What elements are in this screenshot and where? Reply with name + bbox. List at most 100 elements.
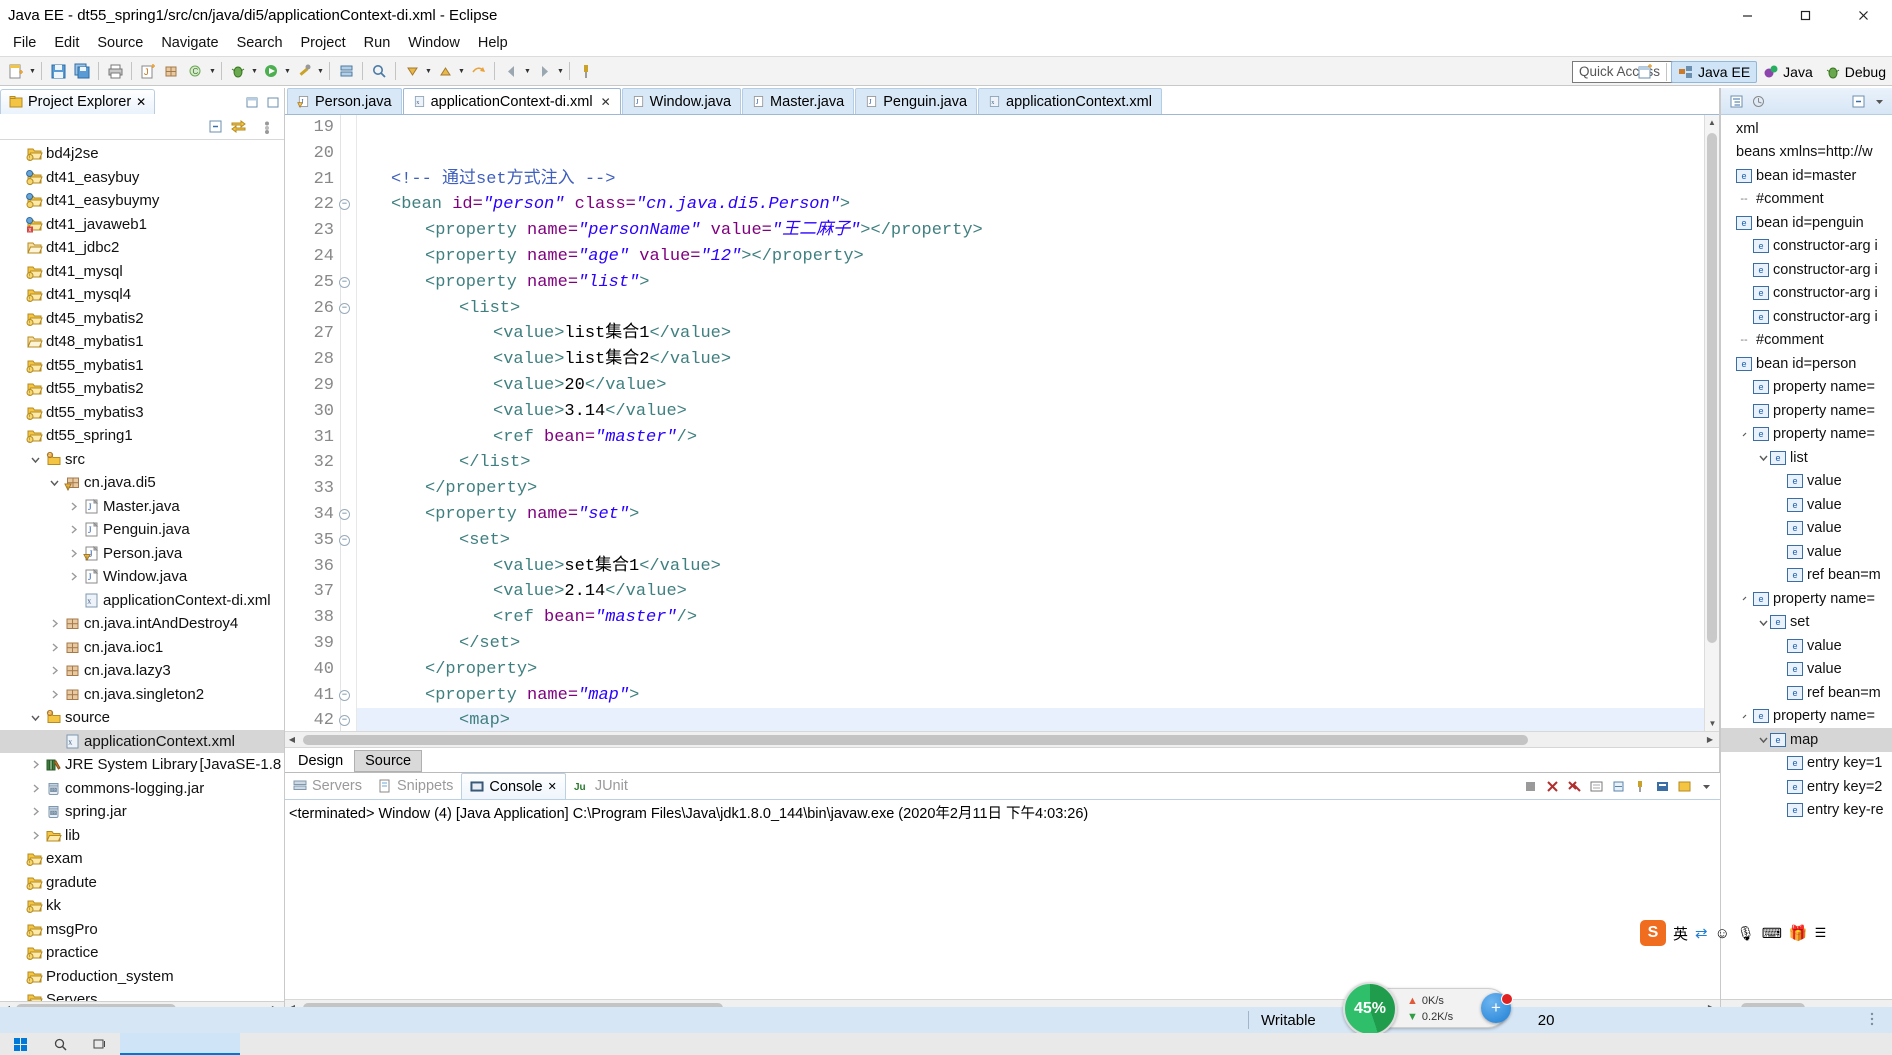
outline-icon[interactable]	[1727, 92, 1745, 110]
project-tree-item[interactable]: ! dt55_mybatis3	[0, 401, 284, 425]
menu-navigate[interactable]: Navigate	[152, 33, 227, 53]
project-tree-item[interactable]: ! msgPro	[0, 918, 284, 942]
code-line[interactable]: <bean id="person" class="cn.java.di5.Per…	[357, 192, 1719, 218]
search-icon[interactable]	[368, 60, 390, 82]
tree-twisty-icon[interactable]	[27, 806, 43, 817]
minimize-icon[interactable]	[243, 94, 261, 112]
debug-icon[interactable]	[227, 60, 249, 82]
tree-twisty-icon[interactable]	[27, 454, 43, 465]
code-line[interactable]: <value>20</value>	[357, 373, 1719, 399]
tree-twisty-icon[interactable]	[46, 689, 62, 700]
tree-twisty-icon[interactable]	[65, 548, 81, 559]
scroll-up-icon[interactable]: ▲	[1705, 115, 1719, 130]
code-line[interactable]: <set>	[357, 528, 1719, 554]
project-tree-item[interactable]: J Penguin.java	[0, 518, 284, 542]
ime-menu-icon[interactable]: ☰	[1815, 925, 1827, 941]
forward-dropdown-icon[interactable]: ▼	[556, 60, 565, 82]
external-tools-dropdown-icon[interactable]: ▼	[316, 60, 325, 82]
outline-collapse-all-icon[interactable]	[1849, 92, 1867, 110]
outline-item[interactable]: e value	[1721, 493, 1892, 517]
outline-item[interactable]: e constructor-arg i	[1721, 258, 1892, 282]
minimize-button[interactable]	[1718, 0, 1776, 30]
project-tree-item[interactable]: 010 commons-logging.jar	[0, 777, 284, 801]
maximize-button[interactable]	[1776, 0, 1834, 30]
perspective-java[interactable]: Java	[1757, 62, 1819, 82]
network-speed-widget[interactable]: 45% ▲ 0K/s ▼ 0.2K/s +	[1343, 982, 1513, 1036]
code-line[interactable]: <value>2.14</value>	[357, 579, 1719, 605]
tree-twisty-icon[interactable]	[46, 618, 62, 629]
editor-tab[interactable]: J Person.java	[287, 88, 402, 114]
project-tree-item[interactable]: x dt41_javaweb1	[0, 213, 284, 237]
menu-run[interactable]: Run	[355, 33, 400, 53]
open-console-icon[interactable]	[1675, 777, 1694, 796]
project-tree-item[interactable]: ! dt55_spring1	[0, 424, 284, 448]
forward-icon[interactable]	[533, 60, 555, 82]
outline-item[interactable]: e property name=	[1721, 423, 1892, 447]
save-icon[interactable]	[47, 60, 69, 82]
outline-item[interactable]: e ref bean=m	[1721, 681, 1892, 705]
vscroll-thumb[interactable]	[1707, 133, 1717, 643]
console-tab-console[interactable]: Console ✕	[461, 773, 566, 799]
code-line[interactable]: <value>set集合1</value>	[357, 554, 1719, 580]
ime-mic-icon[interactable]: 🎙	[1737, 925, 1755, 942]
fold-toggle-icon[interactable]: −	[339, 534, 350, 546]
editor-tab[interactable]: x applicationContext.xml	[978, 88, 1162, 114]
print-icon[interactable]	[104, 60, 126, 82]
code-line[interactable]: <!-- 通过set方式注入 -->	[357, 167, 1719, 193]
project-tree[interactable]: ! bd4j2se dt41_easybuy dt41_easybuymy x dt41_…	[0, 140, 284, 1001]
code-line[interactable]: <list>	[357, 296, 1719, 322]
perspective-debug[interactable]: Debug	[1819, 62, 1892, 82]
taskbar-search-icon[interactable]	[40, 1033, 80, 1055]
next-annotation-icon[interactable]	[401, 60, 423, 82]
remove-all-terminated-icon[interactable]	[1565, 777, 1584, 796]
back-icon[interactable]	[500, 60, 522, 82]
outline-item[interactable]: e ref bean=m	[1721, 564, 1892, 588]
new-class-icon[interactable]: C	[185, 60, 207, 82]
outline-item[interactable]: e set	[1721, 611, 1892, 635]
editor-hscroll-thumb[interactable]	[303, 734, 1528, 745]
code-line[interactable]: </list>	[357, 450, 1719, 476]
ime-keyboard-icon[interactable]: ⌨	[1762, 925, 1782, 942]
code-line[interactable]	[357, 115, 1719, 141]
project-tree-item[interactable]: x applicationContext.xml	[0, 729, 284, 753]
project-tree-item[interactable]: ! cn.java.di5	[0, 471, 284, 495]
tree-twisty-icon[interactable]	[27, 783, 43, 794]
new-wizard-icon[interactable]	[5, 60, 27, 82]
outline-item[interactable]: e property name=	[1721, 587, 1892, 611]
project-tree-item[interactable]: Jsource	[0, 706, 284, 730]
outline-item[interactable]: e map	[1721, 728, 1892, 752]
ime-tools-icon[interactable]: 🎁	[1789, 924, 1808, 942]
project-tree-item[interactable]: !Servers	[0, 988, 284, 1001]
new-wizard-dropdown-icon[interactable]: ▼	[28, 60, 37, 82]
previous-annotation-icon[interactable]	[434, 60, 456, 82]
run-icon[interactable]	[260, 60, 282, 82]
tree-twisty-icon[interactable]	[27, 712, 43, 723]
outline-item[interactable]: e constructor-arg i	[1721, 305, 1892, 329]
add-widget-button[interactable]: +	[1481, 993, 1513, 1023]
outline-item[interactable]: e value	[1721, 658, 1892, 682]
editor-scroll-right-icon[interactable]: ▶	[1703, 735, 1717, 744]
project-tree-item[interactable]: cn.java.lazy3	[0, 659, 284, 683]
clear-console-icon[interactable]	[1587, 777, 1606, 796]
code-line[interactable]: <property name="age" value="12"></proper…	[357, 244, 1719, 270]
tree-twisty-icon[interactable]	[27, 830, 43, 841]
outline-twisty-icon[interactable]	[1757, 617, 1770, 628]
terminate-icon[interactable]	[1521, 777, 1540, 796]
outline-item[interactable]: e constructor-arg i	[1721, 235, 1892, 259]
outline-tree[interactable]: xml beans xmlns=http://w e bean id=master --…	[1721, 115, 1892, 999]
project-tree-item[interactable]: JRE System Library [JavaSE-1.8	[0, 753, 284, 777]
tree-twisty-icon[interactable]	[46, 665, 62, 676]
view-menu-icon[interactable]	[258, 118, 276, 136]
outline-item[interactable]: -- #comment	[1721, 188, 1892, 212]
outline-item[interactable]: e constructor-arg i	[1721, 282, 1892, 306]
project-tree-item[interactable]: ! dt45_mybatis2	[0, 307, 284, 331]
save-all-icon[interactable]	[71, 60, 93, 82]
project-tree-item[interactable]: lib	[0, 824, 284, 848]
menu-edit[interactable]: Edit	[45, 33, 88, 53]
project-tree-item[interactable]: ! bd4j2se	[0, 142, 284, 166]
run-external-tools-icon[interactable]	[293, 60, 315, 82]
scroll-down-icon[interactable]: ▼	[1705, 716, 1720, 731]
code-line[interactable]: <property name="set">	[357, 502, 1719, 528]
maximize-icon[interactable]	[264, 94, 282, 112]
last-edit-location-icon[interactable]	[467, 60, 489, 82]
